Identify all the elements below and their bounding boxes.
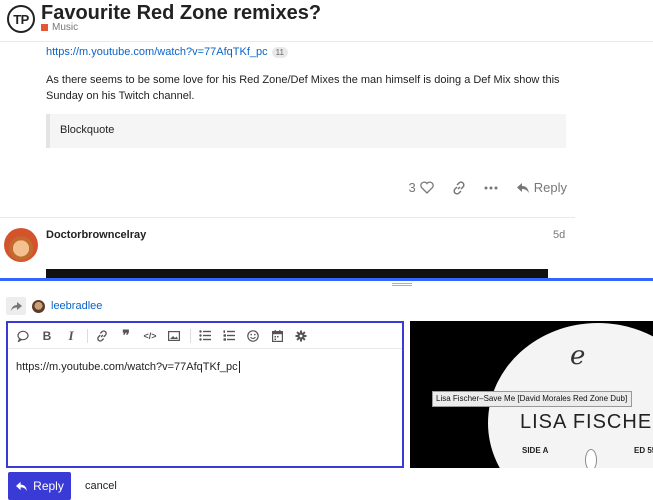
record-catalog-text: ED 55 (634, 446, 653, 455)
category-color-square (41, 24, 48, 31)
video-title-tooltip: Lisa Fischer–Save Me [David Morales Red … (432, 391, 632, 407)
composer-editor: B I ❞ </> https://m.youtube.com/watch?v=… (6, 321, 404, 468)
composer-textarea[interactable]: https://m.youtube.com/watch?v=77AfqTKf_p… (16, 361, 240, 374)
post-divider (0, 217, 575, 218)
record-label-logo: ℯ (570, 341, 586, 371)
cancel-button[interactable]: cancel (85, 480, 117, 492)
topic-header: TP Favourite Red Zone remixes? Music (0, 0, 653, 42)
reply-type-button[interactable] (6, 297, 26, 315)
record-side-text: SIDE A (522, 446, 549, 455)
reply-arrow-icon (516, 182, 530, 194)
site-logo[interactable]: TP (7, 5, 35, 33)
category-badge[interactable]: Music (41, 22, 78, 33)
like-count: 3 (408, 180, 416, 195)
record-spindle (585, 449, 597, 468)
reply-to-username[interactable]: leebradlee (51, 300, 102, 312)
post-date[interactable]: 5d (553, 229, 565, 241)
youtube-link[interactable]: https://m.youtube.com/watch?v=77AfqTKf_p… (46, 46, 268, 58)
reply-submit-button[interactable]: Reply (8, 472, 71, 500)
share-arrow-icon (10, 301, 22, 311)
calendar-icon[interactable] (268, 327, 286, 345)
reply-composer: leebradlee B I ❞ </> https://m.youtube.c… (0, 278, 653, 500)
emoji-icon[interactable] (244, 327, 262, 345)
post-body-text: As there seems to be some love for his R… (46, 74, 560, 102)
reply-to-avatar (32, 299, 45, 313)
post-reply-button[interactable]: Reply (516, 180, 567, 195)
composer-preview: ℯ LISA FISCHER SIDE A ED 55 Lisa Fischer… (410, 321, 653, 468)
link-icon[interactable] (93, 327, 111, 345)
post-actions: 3 Reply (409, 180, 567, 195)
composer-resize-handle[interactable] (392, 283, 412, 286)
youtube-link-row[interactable]: https://m.youtube.com/watch?v=77AfqTKf_p… (46, 46, 288, 58)
record-artist-text: LISA FISCHER (520, 411, 653, 433)
code-icon[interactable]: </> (141, 327, 159, 345)
logo-text: TP (13, 11, 29, 27)
blockquote-icon[interactable]: ❞ (117, 327, 135, 345)
text-caret (238, 361, 240, 374)
bold-icon[interactable]: B (38, 327, 56, 345)
more-options-icon[interactable] (484, 185, 498, 191)
heart-icon (420, 181, 434, 194)
numbered-list-icon[interactable] (220, 327, 238, 345)
post-author[interactable]: Doctorbrowncelray (46, 229, 146, 241)
toolbar-separator (87, 328, 88, 343)
blockquote: Blockquote (46, 114, 566, 148)
bullet-list-icon[interactable] (196, 327, 214, 345)
toolbar-separator (190, 328, 191, 343)
composer-text-value: https://m.youtube.com/watch?v=77AfqTKf_p… (16, 361, 238, 373)
category-name: Music (52, 22, 79, 33)
reply-icon (15, 481, 28, 492)
avatar[interactable] (4, 228, 38, 262)
post-reply-label: Reply (533, 180, 567, 195)
like-button[interactable]: 3 (409, 180, 434, 195)
gear-icon[interactable] (292, 327, 310, 345)
share-link-icon[interactable] (452, 180, 466, 195)
italic-icon[interactable]: I (62, 327, 80, 345)
reply-to-row: leebradlee (6, 297, 102, 315)
quote-icon[interactable] (14, 327, 32, 345)
reply-submit-label: Reply (33, 479, 64, 493)
image-icon[interactable] (165, 327, 183, 345)
link-click-count: 11 (271, 46, 288, 58)
editor-toolbar: B I ❞ </> (8, 323, 402, 349)
topic-title[interactable]: Favourite Red Zone remixes? (41, 2, 321, 25)
